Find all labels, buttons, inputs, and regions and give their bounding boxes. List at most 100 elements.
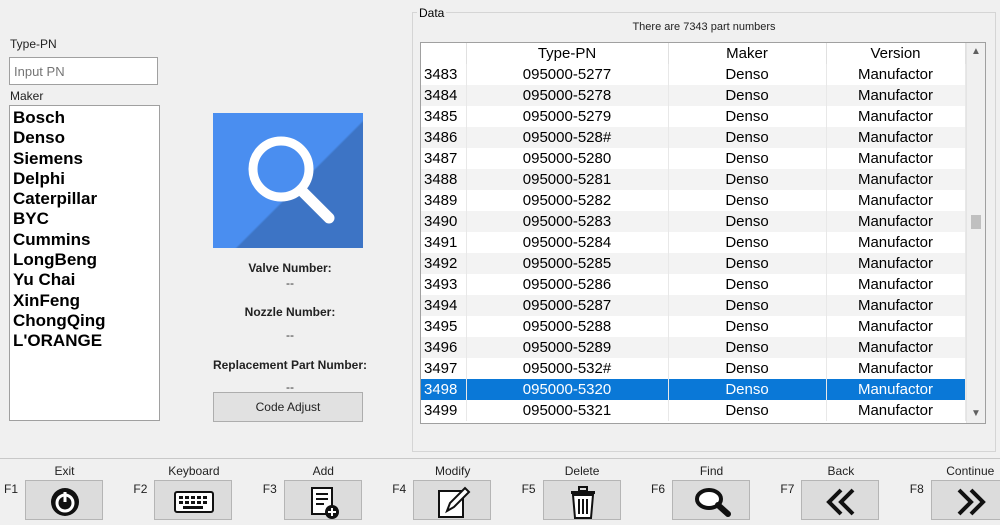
table-row[interactable]: 3485 095000-5279 Denso Manufactor <box>421 106 966 127</box>
vertical-scrollbar[interactable]: ▲ ▼ <box>966 43 985 423</box>
table-row[interactable]: 3490 095000-5283 Denso Manufactor <box>421 211 966 232</box>
version-cell: Manufactor <box>826 106 966 127</box>
fkey-keyboard-button[interactable]: Keyboard F2 <box>129 460 258 524</box>
fkey-number: F3 <box>262 482 277 496</box>
table-row[interactable]: 3495 095000-5288 Denso Manufactor <box>421 316 966 337</box>
fkey-delete-button[interactable]: Delete F5 <box>518 460 647 524</box>
maker-list-item[interactable]: Caterpillar <box>12 189 159 209</box>
maker-list-item[interactable]: Delphi <box>12 169 159 189</box>
fkey-number: F4 <box>392 482 407 496</box>
version-cell: Manufactor <box>826 232 966 253</box>
maker-list-item[interactable]: Siemens <box>12 149 159 169</box>
type-pn-cell: 095000-532# <box>466 358 669 379</box>
table-row[interactable]: 3484 095000-5278 Denso Manufactor <box>421 85 966 106</box>
maker-list-item[interactable]: Yu Chai <box>12 270 159 290</box>
maker-list-item[interactable]: Cummins <box>12 230 159 250</box>
table-row[interactable]: 3488 095000-5281 Denso Manufactor <box>421 169 966 190</box>
fkey-find-button[interactable]: Find F6 <box>647 460 776 524</box>
maker-list-item[interactable]: BYC <box>12 209 159 229</box>
maker-list-item[interactable]: XinFeng <box>12 291 159 311</box>
version-cell: Manufactor <box>826 358 966 379</box>
table-row[interactable]: 3486 095000-528# Denso Manufactor <box>421 127 966 148</box>
version-cell: Manufactor <box>826 274 966 295</box>
fkey-modify-button[interactable]: Modify F4 <box>388 460 517 524</box>
version-cell: Manufactor <box>826 295 966 316</box>
row-index: 3491 <box>421 232 467 253</box>
fkey-icon-button[interactable] <box>930 480 1000 520</box>
type-pn-label: Type-PN <box>10 37 57 51</box>
fkey-caption: Modify <box>435 464 471 478</box>
type-pn-cell: 095000-5287 <box>466 295 669 316</box>
valve-number-label: Valve Number: <box>248 261 332 275</box>
type-pn-cell: 095000-5288 <box>466 316 669 337</box>
search-button[interactable] <box>213 113 363 248</box>
maker-label: Maker <box>10 89 44 103</box>
maker-cell: Denso <box>668 253 827 274</box>
row-index: 3498 <box>421 379 467 400</box>
table-row[interactable]: 3496 095000-5289 Denso Manufactor <box>421 337 966 358</box>
power-icon <box>51 488 79 516</box>
maker-list-item[interactable]: L'ORANGE <box>12 331 159 351</box>
type-pn-cell: 095000-5321 <box>466 400 669 421</box>
version-cell: Manufactor <box>826 337 966 358</box>
double-chevron-right-icon <box>957 488 986 516</box>
maker-cell: Denso <box>668 295 827 316</box>
table-row[interactable]: 3492 095000-5285 Denso Manufactor <box>421 253 966 274</box>
type-pn-cell: 095000-5283 <box>466 211 669 232</box>
scroll-down-icon[interactable]: ▼ <box>967 405 985 423</box>
table-row[interactable]: 3494 095000-5287 Denso Manufactor <box>421 295 966 316</box>
maker-list[interactable]: Bosch Denso Siemens Delphi Caterpillar BYC Cum… <box>9 105 160 421</box>
fkey-icon-button[interactable] <box>154 480 233 520</box>
type-pn-cell: 095000-5282 <box>466 190 669 211</box>
row-index: 3493 <box>421 274 467 295</box>
maker-list-item[interactable]: Denso <box>12 128 159 148</box>
maker-cell: Denso <box>668 190 827 211</box>
type-pn-cell: 095000-5284 <box>466 232 669 253</box>
fkey-number: F6 <box>651 482 666 496</box>
row-index: 3484 <box>421 85 467 106</box>
maker-list-item[interactable]: Bosch <box>12 108 159 128</box>
table-row-selected[interactable]: 3498 095000-5320 Denso Manufactor <box>421 379 966 400</box>
scroll-thumb[interactable] <box>971 215 981 229</box>
row-index: 3494 <box>421 295 467 316</box>
fkey-icon-button[interactable] <box>283 480 362 520</box>
maker-cell: Denso <box>668 316 827 337</box>
fkey-add-button[interactable]: Add F3 <box>259 460 388 524</box>
version-cell: Manufactor <box>826 148 966 169</box>
maker-list-item[interactable]: ChongQing <box>12 311 159 331</box>
row-index: 3496 <box>421 337 467 358</box>
fkey-icon-button[interactable] <box>413 480 492 520</box>
column-header-version[interactable]: Version <box>826 43 966 64</box>
maker-list-item[interactable]: LongBeng <box>12 250 159 270</box>
table-row[interactable]: 3497 095000-532# Denso Manufactor <box>421 358 966 379</box>
column-header-index[interactable] <box>421 43 467 64</box>
table-row[interactable]: 3493 095000-5286 Denso Manufactor <box>421 274 966 295</box>
table-row[interactable]: 3483 095000-5277 Denso Manufactor <box>421 64 966 85</box>
column-header-type-pn[interactable]: Type-PN <box>466 43 669 64</box>
table-row[interactable]: 3491 095000-5284 Denso Manufactor <box>421 232 966 253</box>
fkey-icon-button[interactable] <box>801 480 880 520</box>
table-row[interactable]: 3499 095000-5321 Denso Manufactor <box>421 400 966 421</box>
row-index: 3488 <box>421 169 467 190</box>
row-index: 3499 <box>421 400 467 421</box>
table-row[interactable]: 3487 095000-5280 Denso Manufactor <box>421 148 966 169</box>
fkey-exit-button[interactable]: Exit F1 <box>0 460 129 524</box>
table-row[interactable]: 3489 095000-5282 Denso Manufactor <box>421 190 966 211</box>
scroll-up-icon[interactable]: ▲ <box>967 43 985 61</box>
type-pn-cell: 095000-5278 <box>466 85 669 106</box>
fkey-icon-button[interactable] <box>25 480 103 520</box>
fkey-back-button[interactable]: Back F7 <box>776 460 905 524</box>
fkey-icon-button[interactable] <box>542 480 621 520</box>
part-count-text: There are 7343 part numbers <box>632 21 776 33</box>
column-header-maker[interactable]: Maker <box>668 43 827 64</box>
fkey-icon-button[interactable] <box>672 480 750 520</box>
parts-table-container: Type-PN Maker Version 3483 095000-5277 Den… <box>420 42 986 424</box>
maker-cell: Denso <box>668 64 827 85</box>
type-pn-input[interactable] <box>9 57 158 85</box>
fkey-caption: Continue <box>946 464 995 478</box>
fkey-continue-button[interactable]: Continue F8 <box>906 460 1000 524</box>
replacement-part-label: Replacement Part Number: <box>212 358 368 372</box>
version-cell: Manufactor <box>826 379 966 400</box>
code-adjust-button[interactable]: Code Adjust <box>213 392 363 422</box>
maker-cell: Denso <box>668 211 827 232</box>
